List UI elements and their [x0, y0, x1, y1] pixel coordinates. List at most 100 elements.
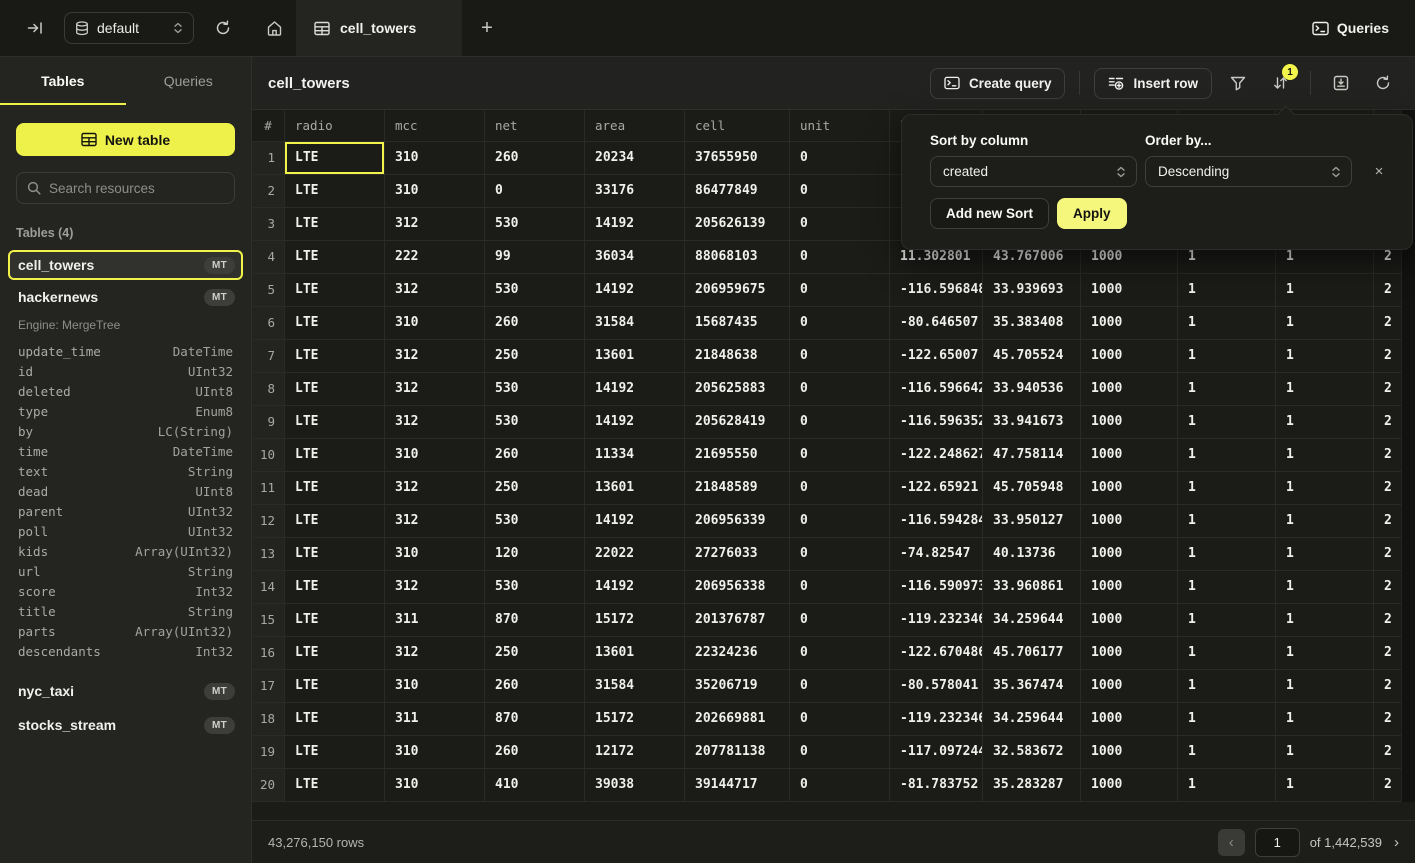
table-cell[interactable]: 33.960861 [983, 571, 1081, 604]
table-cell[interactable]: 1 [1276, 670, 1374, 703]
table-cell[interactable]: 1 [1178, 274, 1276, 307]
table-cell[interactable]: -119.232346 [890, 703, 983, 736]
table-cell[interactable]: 1000 [1081, 670, 1178, 703]
table-cell[interactable]: 1000 [1081, 340, 1178, 373]
table-cell[interactable]: 1000 [1081, 373, 1178, 406]
table-cell[interactable]: -116.596848 [890, 274, 983, 307]
table-cell[interactable]: -122.65921 [890, 472, 983, 505]
table-cell[interactable]: 0 [790, 538, 890, 571]
table-cell[interactable]: 206956338 [685, 571, 790, 604]
table-cell[interactable]: 45.706177 [983, 637, 1081, 670]
table-cell[interactable]: 33176 [585, 175, 685, 208]
table-cell[interactable]: 310 [385, 736, 485, 769]
table-cell[interactable]: 1 [1178, 703, 1276, 736]
table-cell[interactable]: 1 [1276, 736, 1374, 769]
table-cell[interactable]: 1 [1178, 670, 1276, 703]
table-cell[interactable]: 0 [790, 175, 890, 208]
table-cell[interactable]: 312 [385, 505, 485, 538]
new-tab-button[interactable]: + [462, 0, 512, 56]
table-cell[interactable]: 310 [385, 439, 485, 472]
table-cell[interactable]: 0 [790, 274, 890, 307]
insert-row-button[interactable]: Insert row [1094, 68, 1212, 99]
table-cell[interactable]: LTE [285, 604, 385, 637]
table-cell[interactable]: 1 [1178, 604, 1276, 637]
table-cell[interactable]: -80.646507 [890, 307, 983, 340]
table-cell[interactable]: LTE [285, 670, 385, 703]
table-cell[interactable]: 33.950127 [983, 505, 1081, 538]
table-cell[interactable]: 0 [790, 406, 890, 439]
table-cell[interactable]: LTE [285, 241, 385, 274]
table-cell[interactable]: LTE [285, 703, 385, 736]
table-cell[interactable]: LTE [285, 736, 385, 769]
table-cell[interactable]: 1 [1178, 373, 1276, 406]
table-cell[interactable]: 312 [385, 373, 485, 406]
sort-column-select[interactable]: created [930, 156, 1137, 187]
table-cell[interactable]: -74.82547 [890, 538, 983, 571]
table-cell[interactable]: -80.578041 [890, 670, 983, 703]
table-cell[interactable]: 0 [790, 340, 890, 373]
table-cell[interactable]: 1000 [1081, 538, 1178, 571]
sidebar-tab-queries[interactable]: Queries [126, 57, 252, 105]
table-cell[interactable]: 260 [485, 142, 585, 175]
table-cell[interactable]: 0 [790, 373, 890, 406]
table-cell[interactable]: 20234 [585, 142, 685, 175]
table-cell[interactable]: 36034 [585, 241, 685, 274]
table-cell[interactable]: 0 [790, 637, 890, 670]
table-cell[interactable]: 1 [1178, 439, 1276, 472]
table-cell[interactable]: 410 [485, 769, 585, 802]
table-cell[interactable]: 1000 [1081, 472, 1178, 505]
tab-cell-towers[interactable]: cell_towers [296, 0, 462, 56]
table-cell[interactable]: 1000 [1081, 439, 1178, 472]
table-cell[interactable]: 206959675 [685, 274, 790, 307]
table-cell[interactable]: -81.783752 [890, 769, 983, 802]
table-cell[interactable]: 0 [485, 175, 585, 208]
order-by-select[interactable]: Descending [1145, 156, 1352, 187]
table-cell[interactable]: 33.940536 [983, 373, 1081, 406]
table-cell[interactable]: LTE [285, 406, 385, 439]
previous-page-button[interactable]: ‹ [1218, 829, 1245, 856]
table-cell[interactable]: LTE [285, 571, 385, 604]
table-cell[interactable]: 310 [385, 538, 485, 571]
table-cell[interactable]: 310 [385, 142, 485, 175]
table-cell[interactable]: 205625883 [685, 373, 790, 406]
table-cell[interactable]: 1 [1178, 307, 1276, 340]
download-button[interactable] [1325, 67, 1357, 99]
sidebar-item-stocks-stream[interactable]: stocks_stream MT [8, 710, 243, 740]
table-cell[interactable]: 870 [485, 703, 585, 736]
table-cell[interactable]: 0 [790, 736, 890, 769]
table-cell[interactable]: LTE [285, 274, 385, 307]
sidebar-item-nyc-taxi[interactable]: nyc_taxi MT [8, 676, 243, 706]
table-cell[interactable]: 13601 [585, 472, 685, 505]
table-cell[interactable]: 312 [385, 637, 485, 670]
table-cell[interactable]: 1 [1276, 637, 1374, 670]
table-cell[interactable]: 311 [385, 703, 485, 736]
table-cell[interactable]: 88068103 [685, 241, 790, 274]
table-cell[interactable]: 205626139 [685, 208, 790, 241]
table-cell[interactable]: 1 [1276, 538, 1374, 571]
next-page-button[interactable]: › [1392, 834, 1401, 851]
table-cell[interactable]: 260 [485, 670, 585, 703]
table-cell[interactable]: 1 [1276, 307, 1374, 340]
table-cell[interactable]: 530 [485, 373, 585, 406]
table-cell[interactable]: -116.596642 [890, 373, 983, 406]
table-cell[interactable]: 31584 [585, 670, 685, 703]
table-cell[interactable]: 35.367474 [983, 670, 1081, 703]
table-cell[interactable]: 1000 [1081, 769, 1178, 802]
table-cell[interactable]: 1 [1276, 373, 1374, 406]
table-cell[interactable]: 37655950 [685, 142, 790, 175]
table-cell[interactable]: 0 [790, 142, 890, 175]
table-cell[interactable]: 1 [1178, 472, 1276, 505]
table-cell[interactable]: 312 [385, 340, 485, 373]
home-button[interactable] [252, 0, 296, 56]
table-cell[interactable]: 1000 [1081, 736, 1178, 769]
table-cell[interactable]: 33.941673 [983, 406, 1081, 439]
table-cell[interactable]: 13601 [585, 637, 685, 670]
table-cell[interactable]: 311 [385, 604, 485, 637]
table-cell[interactable]: 530 [485, 571, 585, 604]
table-cell[interactable]: 250 [485, 340, 585, 373]
remove-sort-button[interactable]: × [1366, 156, 1392, 187]
table-cell[interactable]: 310 [385, 307, 485, 340]
add-new-sort-button[interactable]: Add new Sort [930, 198, 1049, 229]
table-cell[interactable]: 1 [1178, 736, 1276, 769]
table-cell[interactable]: 1000 [1081, 571, 1178, 604]
